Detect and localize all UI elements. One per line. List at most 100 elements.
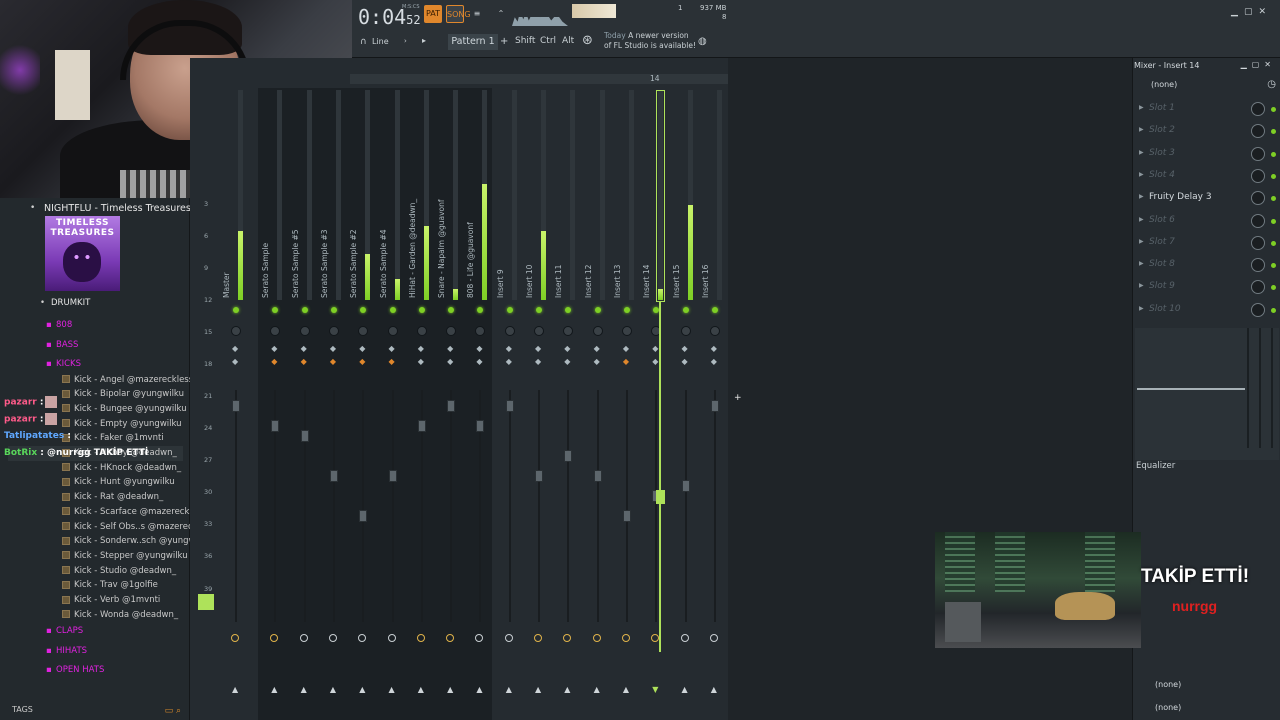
tags-label[interactable]: TAGS [12,705,33,714]
file-item[interactable]: Kick - Verb @1mvnti [8,593,183,608]
volume-fader[interactable] [476,420,485,432]
strip-name-label[interactable]: Serato Sample #3 [320,178,342,298]
file-item[interactable]: Kick - Studio @deadwn_ [8,564,183,579]
strip-name-label[interactable]: Master [222,178,244,298]
strip-enable-led[interactable] [506,307,513,313]
file-item[interactable]: Kick - Self Obs..s @mazereckless [8,520,214,535]
strip-enable-led[interactable] [301,307,308,313]
phase-swap-icon[interactable]: ◆ [389,357,395,366]
insert-slot[interactable]: ▶ Slot 10 [1135,299,1279,321]
volume-fader[interactable] [447,400,456,412]
send-knob[interactable] [680,634,689,642]
strip-name-label[interactable]: HiHat - Garden @deadwn_ [408,178,430,298]
volume-fader[interactable] [681,480,690,492]
phase-swap-icon[interactable]: ◆ [330,357,336,366]
song-mode-button[interactable]: SONG [446,5,471,23]
send-knob[interactable] [709,634,718,642]
download-icon[interactable]: ⊛ [582,33,593,48]
slot-mix-knob[interactable] [1251,302,1265,317]
phase-swap-icon[interactable]: ◆ [271,357,277,366]
route-arrow-icon[interactable]: ▲ [682,685,688,694]
strip-enable-led[interactable] [711,307,718,313]
phase-swap-icon[interactable]: ◆ [652,357,658,366]
slot-mix-knob[interactable] [1251,191,1265,206]
metronome-icon[interactable]: ⌃ [492,5,510,23]
route-arrow-icon[interactable]: ▼ [652,685,658,694]
volume-fader[interactable] [710,400,719,412]
stereo-separation-icon[interactable]: ◆ [535,344,541,353]
pan-knob[interactable] [328,326,339,336]
strip-name-label[interactable]: 808 - Life @guavonf [466,178,488,298]
pan-knob[interactable] [534,326,544,336]
play-arrow-icon[interactable]: ▸ [422,36,426,45]
folder-kicks[interactable]: ▪ KICKS [8,357,183,372]
slot-enable-led[interactable] [1271,240,1276,246]
stereo-separation-icon[interactable]: ◆ [389,344,395,353]
phase-swap-icon[interactable]: ◆ [564,357,570,366]
phase-swap-icon[interactable]: ◆ [418,357,424,366]
route-arrow-icon[interactable]: ▲ [271,685,277,694]
insert-slot[interactable]: ▶ Slot 1 [1135,98,1279,120]
slot-enable-led[interactable] [1271,307,1276,313]
slot-enable-led[interactable] [1271,196,1276,202]
route-arrow-icon[interactable]: ▲ [389,685,395,694]
file-item[interactable]: Kick - Angel @mazereckless [8,373,193,388]
slot-enable-led[interactable] [1271,285,1276,291]
window-controls[interactable]: ▁▢✕ [1231,7,1272,17]
magnet-icon[interactable]: ∩ [360,37,367,47]
volume-fader[interactable] [505,400,514,412]
route-arrow-icon[interactable]: ▲ [301,685,307,694]
slot-enable-led[interactable] [1271,151,1276,157]
phase-swap-icon[interactable]: ◆ [476,357,482,366]
send-knob[interactable] [416,634,425,642]
pan-knob[interactable] [231,326,241,336]
volume-fader[interactable] [388,470,397,482]
phase-swap-icon[interactable]: ◆ [623,357,629,366]
folder-bass[interactable]: ▪ BASS [8,338,183,353]
phase-swap-icon[interactable]: ◆ [711,357,717,366]
file-item[interactable]: Kick - Hunt @yungwilku [8,475,183,490]
strip-enable-led[interactable] [623,307,630,313]
equalizer-area[interactable] [1135,328,1279,460]
strip-name-label[interactable]: Insert 12 [584,178,606,298]
file-item[interactable]: Kick - Scarface @mazereckless [8,505,206,520]
route-arrow-icon[interactable]: ▲ [232,685,238,694]
send-knob[interactable] [504,634,513,642]
shift-key[interactable]: Shift [515,36,535,46]
stereo-separation-icon[interactable]: ◆ [330,344,336,353]
strip-enable-led[interactable] [330,307,337,313]
slot-enable-led[interactable] [1271,173,1276,179]
folder-drumkit[interactable]: • DRUMKIT [40,296,215,311]
slot-mix-knob[interactable] [1251,258,1265,273]
send-knob[interactable] [387,634,396,642]
slot-enable-led[interactable] [1271,129,1276,135]
volume-fader[interactable] [564,450,573,462]
volume-fader[interactable] [359,510,368,522]
slot-mix-knob[interactable] [1251,168,1265,183]
route-arrow-icon[interactable]: ▲ [330,685,336,694]
volume-fader[interactable] [535,470,543,482]
pan-knob[interactable] [621,326,632,336]
stereo-separation-icon[interactable]: ◆ [564,344,570,353]
strip-enable-led[interactable] [233,307,239,313]
file-item[interactable]: Kick - Wonda @deadwn_ [8,608,183,623]
pan-knob[interactable] [709,326,720,336]
globe-icon[interactable]: ◍ [698,36,707,47]
send-knob[interactable] [299,634,308,642]
send-knob[interactable] [592,634,601,642]
strip-name-label[interactable]: Serato Sample #2 [349,178,371,298]
volume-fader[interactable] [417,420,426,432]
strip-name-label[interactable]: Insert 9 [496,178,518,298]
slot-enable-led[interactable] [1271,107,1276,112]
strip-name-label[interactable]: Insert 10 [525,178,547,298]
slot-mix-knob[interactable] [1251,280,1265,295]
phase-swap-icon[interactable]: ◆ [301,357,307,366]
folder-claps[interactable]: ▪ CLAPS [8,624,183,639]
strip-name-label[interactable]: Serato Sample #5 [291,178,313,298]
stereo-separation-icon[interactable]: ◆ [594,344,600,353]
route-arrow-icon[interactable]: ▲ [447,685,453,694]
folder-open-hats[interactable]: ▪ OPEN HATS [8,663,183,678]
route-arrow-icon[interactable]: ▲ [506,685,512,694]
pattern-selector[interactable]: Pattern 1 [448,34,498,50]
volume-fader[interactable] [300,430,309,442]
